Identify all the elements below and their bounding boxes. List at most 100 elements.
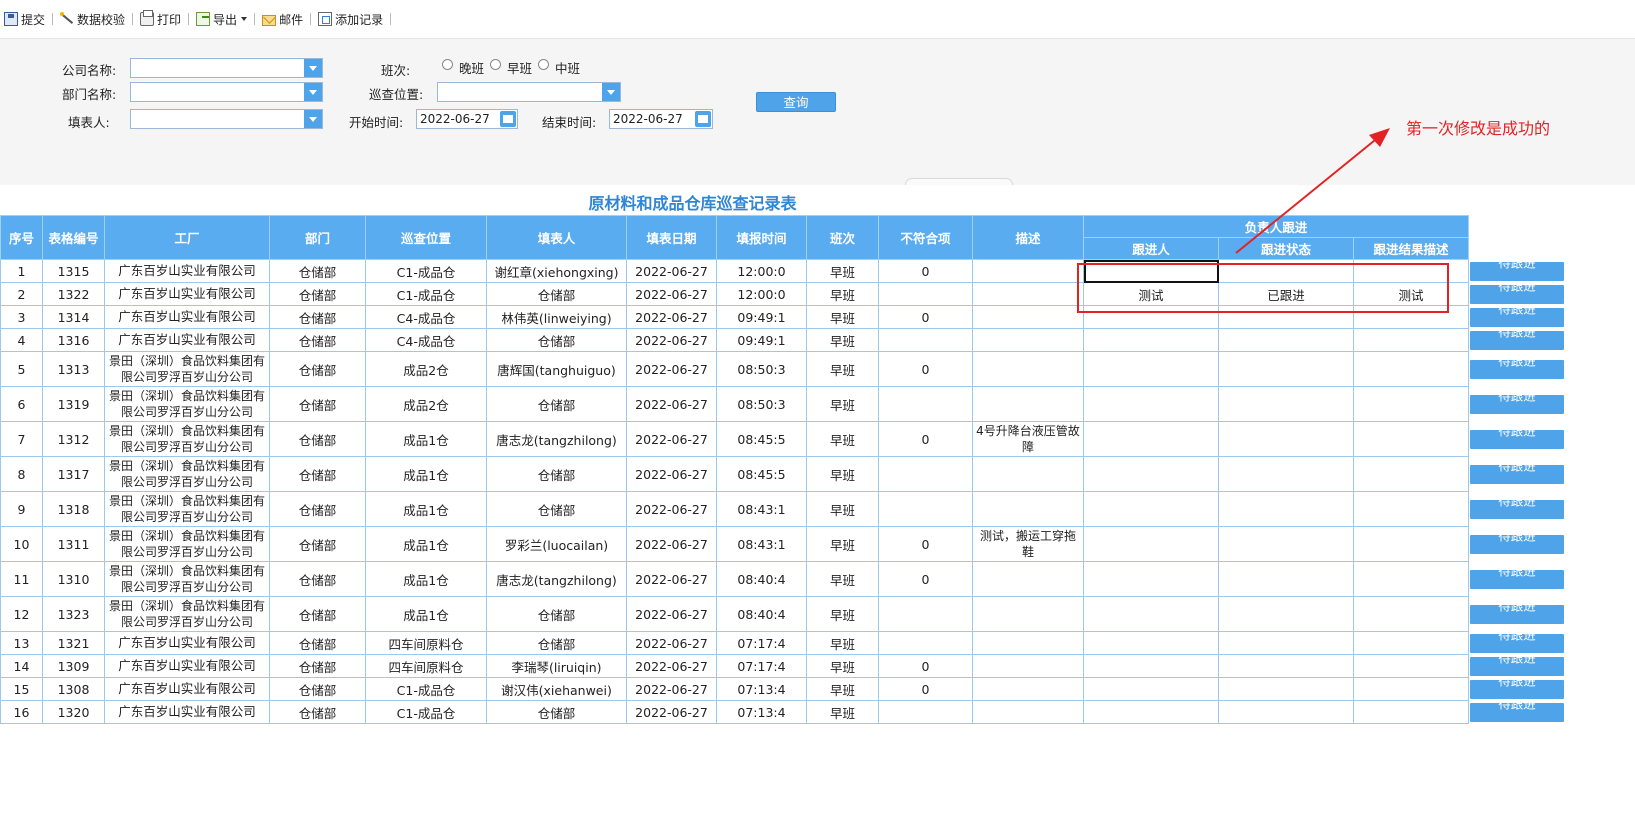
row-follower[interactable]	[1083, 596, 1219, 632]
row-follow-status[interactable]	[1218, 328, 1354, 352]
location-select[interactable]	[437, 82, 621, 102]
shift-radio-night[interactable]	[442, 59, 453, 70]
start-date-input[interactable]: 2022-06-27	[416, 109, 518, 129]
follow-up-button[interactable]: 待跟进	[1470, 678, 1564, 699]
follow-up-button[interactable]: 待跟进	[1470, 388, 1564, 414]
row-follower[interactable]	[1083, 491, 1219, 527]
chevron-down-icon[interactable]	[304, 59, 322, 77]
follow-up-button[interactable]: 待跟进	[1470, 283, 1564, 304]
row-follow-status[interactable]	[1218, 421, 1354, 457]
row-follow-result[interactable]	[1353, 561, 1469, 597]
row-follow-status[interactable]	[1218, 305, 1354, 329]
company-select[interactable]	[130, 58, 323, 78]
row-follower[interactable]	[1083, 328, 1219, 352]
row-follow-result[interactable]	[1353, 386, 1469, 422]
table-row: 8 1317 景田（深圳）食品饮料集团有限公司罗浮百岁山分公司 仓储部 成品1仓 仓储部 2…	[0, 456, 1565, 492]
row-follower[interactable]	[1083, 700, 1219, 724]
follow-up-button[interactable]: 待跟进	[1470, 701, 1564, 722]
toolbar-divider	[188, 13, 190, 25]
row-follow-result[interactable]	[1353, 351, 1469, 387]
add-record-button[interactable]: 添加记录	[314, 9, 387, 29]
follow-up-button[interactable]: 待跟进	[1470, 563, 1564, 589]
follow-up-button[interactable]: 待跟进	[1470, 329, 1564, 350]
row-follow-result[interactable]	[1353, 259, 1469, 283]
shift-radio-morning[interactable]	[490, 59, 501, 70]
row-follow-status[interactable]	[1218, 386, 1354, 422]
follow-up-button[interactable]: 待跟进	[1470, 528, 1564, 554]
row-follow-status[interactable]	[1218, 654, 1354, 678]
follow-up-button[interactable]: 待跟进	[1470, 353, 1564, 379]
row-follow-result[interactable]	[1353, 328, 1469, 352]
row-follower[interactable]	[1083, 631, 1219, 655]
validate-button[interactable]: 数据校验	[56, 9, 129, 29]
row-follow-status[interactable]	[1218, 259, 1354, 283]
filler-select[interactable]	[130, 109, 323, 129]
end-date-input[interactable]: 2022-06-27	[609, 109, 713, 129]
row-follower[interactable]: 测试	[1083, 282, 1219, 306]
follow-up-button[interactable]: 待跟进	[1470, 632, 1564, 653]
row-follower[interactable]	[1083, 351, 1219, 387]
row-code: 1323	[42, 596, 105, 632]
row-follow-status[interactable]	[1218, 631, 1354, 655]
row-follower[interactable]	[1083, 526, 1219, 562]
row-follow-status[interactable]	[1218, 561, 1354, 597]
print-button[interactable]: 打印	[136, 9, 185, 29]
row-follow-result[interactable]	[1353, 677, 1469, 701]
row-follow-result[interactable]	[1353, 526, 1469, 562]
row-follow-status[interactable]	[1218, 491, 1354, 527]
row-follow-result[interactable]	[1353, 700, 1469, 724]
row-follow-status[interactable]	[1218, 456, 1354, 492]
row-follow-status[interactable]	[1218, 351, 1354, 387]
dept-select[interactable]	[130, 82, 323, 102]
row-follow-status[interactable]	[1218, 526, 1354, 562]
row-follow-result[interactable]	[1353, 421, 1469, 457]
row-follow-result[interactable]: 测试	[1353, 282, 1469, 306]
row-dept: 仓储部	[269, 351, 366, 387]
row-follower[interactable]	[1083, 259, 1219, 283]
export-button[interactable]: 导出	[192, 9, 251, 29]
row-follow-result[interactable]	[1353, 631, 1469, 655]
chevron-down-icon[interactable]	[602, 83, 620, 101]
header-nonconformity: 不符合项	[878, 215, 973, 260]
toolbar-divider	[132, 13, 134, 25]
calendar-icon[interactable]	[500, 111, 516, 127]
search-button[interactable]: 查询	[756, 92, 836, 112]
row-follow-result[interactable]	[1353, 654, 1469, 678]
end-time-label: 结束时间:	[542, 115, 597, 130]
row-follower[interactable]	[1083, 677, 1219, 701]
row-location: 成品2仓	[365, 351, 487, 387]
row-follow-result[interactable]	[1353, 456, 1469, 492]
row-follow-status[interactable]	[1218, 596, 1354, 632]
mail-button[interactable]: 邮件	[258, 9, 307, 29]
row-follow-status[interactable]	[1218, 677, 1354, 701]
submit-button[interactable]: 提交	[0, 9, 49, 29]
row-follower[interactable]	[1083, 421, 1219, 457]
row-follow-result[interactable]	[1353, 596, 1469, 632]
export-icon	[196, 12, 211, 26]
row-follow-status[interactable]	[1218, 700, 1354, 724]
row-follower[interactable]	[1083, 654, 1219, 678]
panel-collapse-handle[interactable]	[905, 178, 1013, 185]
follow-up-button[interactable]: 待跟进	[1470, 655, 1564, 676]
chevron-down-icon[interactable]	[304, 110, 322, 128]
row-action-cell: 待跟进	[1469, 492, 1565, 527]
row-follower[interactable]	[1083, 456, 1219, 492]
row-nonconformity	[878, 491, 973, 527]
row-follower[interactable]	[1083, 305, 1219, 329]
follow-up-button[interactable]: 待跟进	[1470, 458, 1564, 484]
row-factory: 景田（深圳）食品饮料集团有限公司罗浮百岁山分公司	[104, 561, 270, 597]
shift-radio-middle[interactable]	[538, 59, 549, 70]
row-dept: 仓储部	[269, 386, 366, 422]
calendar-icon[interactable]	[695, 111, 711, 127]
chevron-down-icon[interactable]	[304, 83, 322, 101]
row-follow-status[interactable]: 已跟进	[1218, 282, 1354, 306]
row-follower[interactable]	[1083, 386, 1219, 422]
row-follow-result[interactable]	[1353, 305, 1469, 329]
row-follower[interactable]	[1083, 561, 1219, 597]
row-follow-result[interactable]	[1353, 491, 1469, 527]
follow-up-button[interactable]: 待跟进	[1470, 423, 1564, 449]
follow-up-button[interactable]: 待跟进	[1470, 598, 1564, 624]
follow-up-button[interactable]: 待跟进	[1470, 260, 1564, 281]
follow-up-button[interactable]: 待跟进	[1470, 306, 1564, 327]
follow-up-button[interactable]: 待跟进	[1470, 493, 1564, 519]
